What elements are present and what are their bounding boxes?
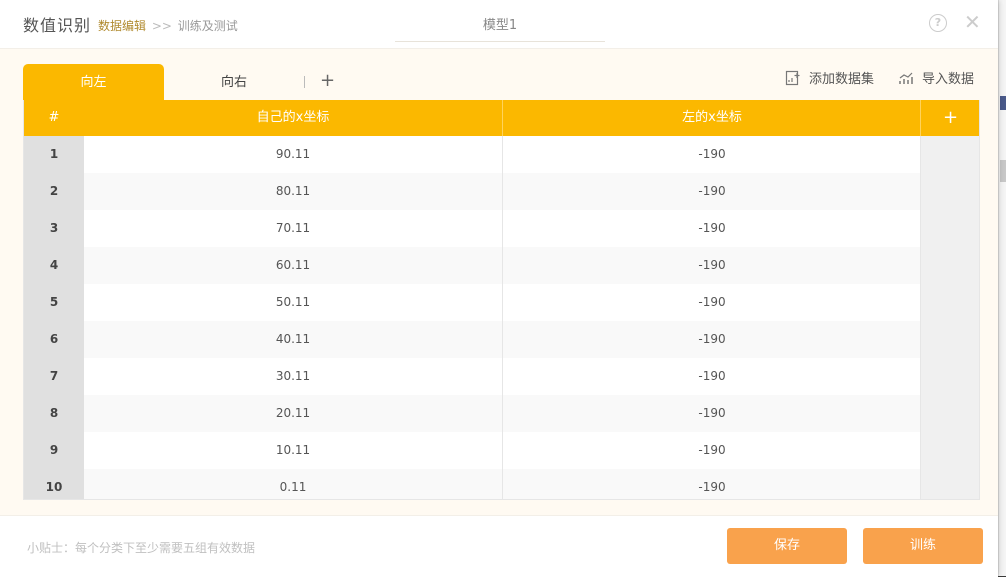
row-number: 10 [24, 469, 84, 499]
table-header: # 自己的x坐标 左的x坐标 + [24, 100, 979, 136]
train-button[interactable]: 训练 [863, 528, 983, 564]
background-marker [1000, 160, 1006, 182]
cell-left-x[interactable]: -190 [502, 210, 921, 247]
row-number: 2 [24, 173, 84, 210]
cell-empty [920, 321, 979, 358]
cell-empty [920, 469, 979, 499]
table-row: 6 40.11 -190 [24, 321, 979, 359]
cell-left-x[interactable]: -190 [502, 136, 921, 173]
cell-left-x[interactable]: -190 [502, 284, 921, 321]
cell-empty [920, 173, 979, 210]
add-dataset-button[interactable]: 添加数据集 [785, 68, 874, 87]
row-number: 7 [24, 358, 84, 395]
cell-left-x[interactable]: -190 [502, 358, 921, 395]
help-icon[interactable]: ? [929, 14, 947, 32]
table-row: 3 70.11 -190 [24, 210, 979, 248]
cell-left-x[interactable]: -190 [502, 395, 921, 432]
cell-empty [920, 358, 979, 395]
tab-divider [304, 76, 305, 88]
dialog-header: 数值识别 数据编辑 >> 训练及测试 模型1 ? ✕ [0, 0, 998, 49]
import-data-button[interactable]: 导入数据 [898, 68, 974, 87]
table-row: 2 80.11 -190 [24, 173, 979, 211]
cell-own-x[interactable]: 40.11 [84, 321, 502, 358]
numeric-recognition-dialog: 数值识别 数据编辑 >> 训练及测试 模型1 ? ✕ 向左 向右 + 添加数据集 [0, 0, 998, 577]
dialog-title: 数值识别 [23, 16, 92, 35]
breadcrumb: 数据编辑 >> 训练及测试 [98, 17, 238, 34]
cell-empty [920, 432, 979, 469]
row-number: 3 [24, 210, 84, 247]
cell-left-x[interactable]: -190 [502, 321, 921, 358]
add-column-icon[interactable]: + [920, 100, 979, 136]
table-row: 4 60.11 -190 [24, 247, 979, 285]
cell-empty [920, 284, 979, 321]
cell-left-x[interactable]: -190 [502, 469, 921, 499]
breadcrumb-data-edit[interactable]: 数据编辑 [98, 19, 146, 33]
import-chart-icon [899, 72, 913, 84]
cell-empty [920, 247, 979, 284]
cell-empty [920, 395, 979, 432]
table-row: 9 10.11 -190 [24, 432, 979, 470]
dialog-footer: 小贴士：每个分类下至少需要五组有效数据 保存 训练 [0, 515, 998, 577]
cell-own-x[interactable]: 10.11 [84, 432, 502, 469]
cell-left-x[interactable]: -190 [502, 173, 921, 210]
import-data-label: 导入数据 [922, 72, 975, 87]
cell-own-x[interactable]: 70.11 [84, 210, 502, 247]
cell-own-x[interactable]: 90.11 [84, 136, 502, 173]
row-number: 5 [24, 284, 84, 321]
table-row: 8 20.11 -190 [24, 395, 979, 433]
background-window-edge [998, 0, 1006, 576]
header-row-number: # [48, 110, 60, 125]
tab-right-class[interactable]: 向右 [164, 64, 304, 100]
cell-own-x[interactable]: 20.11 [84, 395, 502, 432]
table-row: 5 50.11 -190 [24, 284, 979, 322]
cell-own-x[interactable]: 0.11 [84, 469, 502, 499]
save-button[interactable]: 保存 [727, 528, 847, 564]
breadcrumb-train-test[interactable]: 训练及测试 [178, 19, 238, 33]
cell-left-x[interactable]: -190 [502, 432, 921, 469]
tab-left-class[interactable]: 向左 [23, 64, 164, 100]
cell-empty [920, 136, 979, 173]
breadcrumb-separator: >> [151, 19, 172, 33]
tip-text: 小贴士：每个分类下至少需要五组有效数据 [27, 541, 256, 555]
table-row: 10 0.11 -190 [24, 469, 979, 499]
add-dataset-label: 添加数据集 [809, 72, 875, 87]
table-row: 1 90.11 -190 [24, 136, 979, 174]
table-row: 7 30.11 -190 [24, 358, 979, 396]
cell-empty [920, 210, 979, 247]
row-number: 8 [24, 395, 84, 432]
cell-left-x[interactable]: -190 [502, 247, 921, 284]
data-table: # 自己的x坐标 左的x坐标 + 1 90.11 -190 2 80.11 -1… [23, 100, 980, 500]
row-number: 9 [24, 432, 84, 469]
row-number: 6 [24, 321, 84, 358]
cell-own-x[interactable]: 50.11 [84, 284, 502, 321]
add-dataset-icon [785, 70, 800, 85]
row-number: 1 [24, 136, 84, 173]
add-tab-icon[interactable]: + [320, 70, 335, 92]
cell-own-x[interactable]: 60.11 [84, 247, 502, 284]
model-name-field[interactable]: 模型1 [395, 14, 605, 42]
header-left-x[interactable]: 左的x坐标 [502, 100, 921, 136]
background-marker [1000, 96, 1006, 110]
row-number: 4 [24, 247, 84, 284]
close-icon[interactable]: ✕ [964, 10, 981, 34]
cell-own-x[interactable]: 80.11 [84, 173, 502, 210]
cell-own-x[interactable]: 30.11 [84, 358, 502, 395]
header-own-x[interactable]: 自己的x坐标 [84, 100, 502, 136]
